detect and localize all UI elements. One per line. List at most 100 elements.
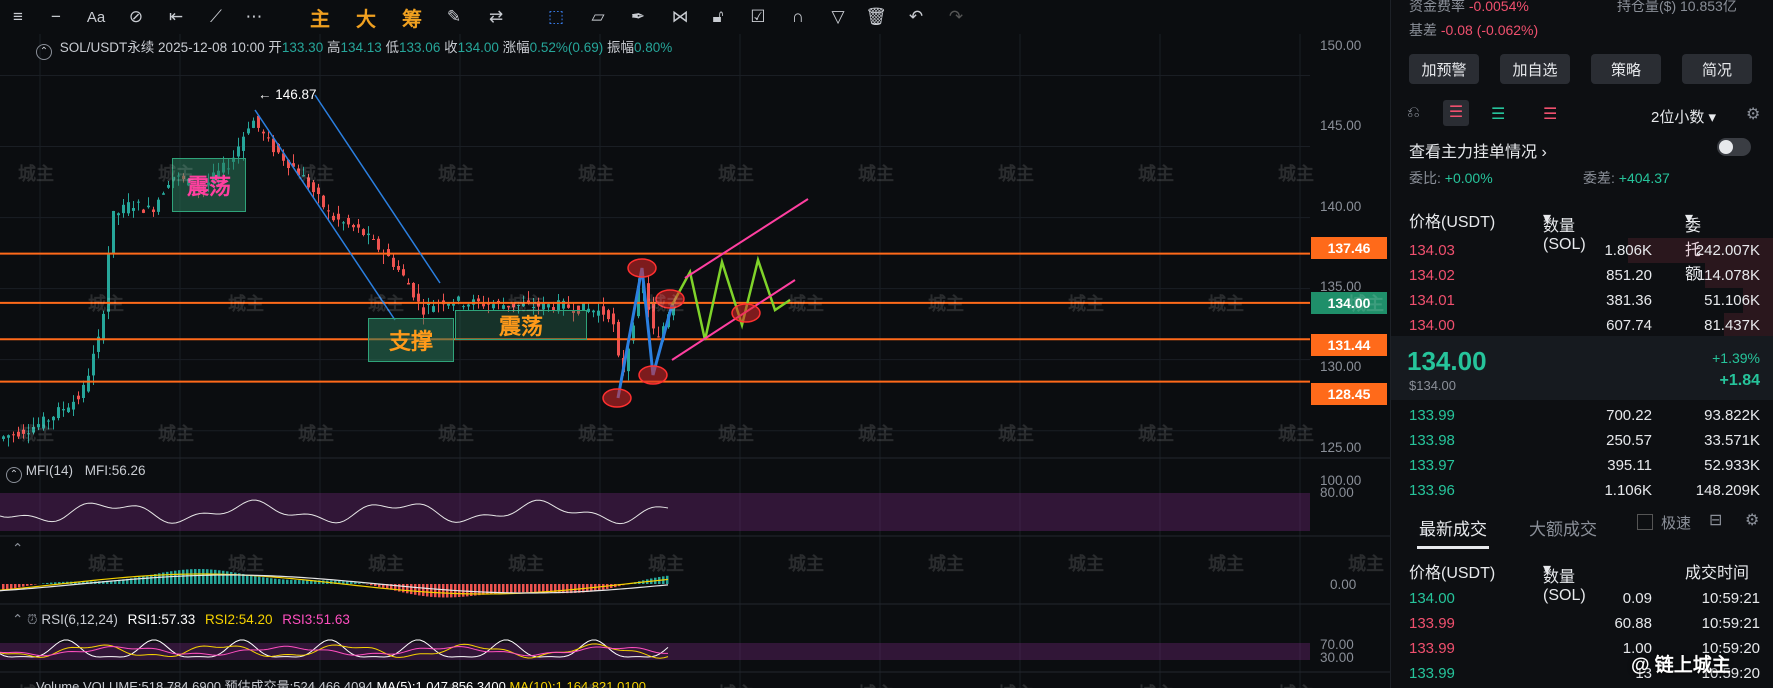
axis-label: 140.00 (1320, 199, 1362, 214)
candle-body (327, 210, 330, 212)
book-header-price: 价格(USDT) (1409, 214, 1496, 231)
trend-line-icon[interactable]: ⟋ (206, 6, 226, 28)
candle-body (657, 336, 660, 338)
add-alert-button[interactable]: 加预警 (1409, 54, 1479, 84)
collapse-icon[interactable]: ⌃ (6, 467, 22, 483)
book-asks-icon[interactable]: ☰ (1543, 104, 1557, 124)
level-tag[interactable]: 137.46 (1311, 237, 1387, 259)
macd-bar (430, 584, 433, 597)
chart-area[interactable]: ≡ − Aa ⊘ ⇤ ⟋ ⋯ 主 大 筹 ✎ ⇄ ⬚ ▱ ✒ ⋈ 🔓︎ ☑ ∩ … (0, 0, 1390, 688)
macd-bar (198, 569, 201, 584)
candle-body (262, 131, 265, 134)
edit-icon[interactable]: ✎ (444, 6, 464, 28)
filter-icon[interactable]: ▽ (828, 6, 848, 28)
axis-label: 125.00 (1320, 440, 1362, 455)
more-icon[interactable]: ⋯ (244, 6, 264, 28)
level-tag[interactable]: 128.45 (1311, 383, 1387, 405)
tab-large-trades[interactable]: 大额成交 (1529, 515, 1597, 540)
qty-cell: 395.11 (1607, 457, 1652, 474)
lock-icon[interactable]: 🔓︎ (708, 6, 728, 28)
book-both-icon[interactable]: ☰ (1443, 100, 1469, 126)
macd-bar (258, 576, 261, 584)
book-bids-icon[interactable]: ☰ (1491, 104, 1505, 124)
large-order-tool[interactable]: 大 (354, 6, 378, 31)
menu-icon[interactable]: ≡ (8, 6, 28, 28)
current-price-tag[interactable]: 134.00 (1311, 292, 1387, 314)
chip-tool[interactable]: 筹 (400, 6, 424, 31)
pen-icon[interactable]: ✒ (628, 6, 648, 28)
minus-icon[interactable]: − (46, 6, 66, 28)
consolidation-box-1[interactable]: 震荡 (172, 158, 246, 212)
macd-bar (278, 579, 281, 584)
order-panel: 资金费率 -0.0054% 持仓量($) 10.853亿 基差 -0.08 (-… (1390, 0, 1773, 688)
redo-icon[interactable]: ↷ (946, 6, 966, 28)
main-orders-label: 查看主力挂单情况 (1409, 144, 1538, 161)
ruler-off-icon[interactable]: ⊘ (126, 6, 146, 28)
peak-value: 146.87 (275, 87, 317, 102)
book-header-amt[interactable]: 委托额 ▾ (1685, 208, 1701, 283)
main-orders-toggle[interactable] (1717, 138, 1751, 156)
settings-icon[interactable]: ⌃ (36, 44, 52, 60)
h-line-icon[interactable]: ⇤ (166, 6, 186, 28)
trade-row[interactable]: 133.99 60.88 10:59:21 (1391, 611, 1773, 636)
trade-row[interactable]: 134.00 0.09 10:59:21 (1391, 586, 1773, 611)
chart-canvas[interactable] (0, 0, 1390, 688)
overview-button[interactable]: 简况 (1682, 54, 1752, 84)
trash-icon[interactable]: 🗑︎ (865, 6, 887, 28)
add-watchlist-button[interactable]: 加自选 (1500, 54, 1570, 84)
text-style-icon[interactable]: Aa (84, 6, 108, 28)
bid-row[interactable]: 133.98 250.57 33.571K (1391, 428, 1773, 453)
macd-bar (418, 584, 421, 596)
candle-body (122, 204, 125, 214)
layout-toggle-icon[interactable]: ⊟ (1709, 510, 1722, 530)
ask-row[interactable]: 134.03 1.806K 242.007K (1391, 238, 1773, 263)
peak-label: ← 146.87 (258, 87, 317, 102)
alarm-icon[interactable]: ⌃ ⏰︎ (12, 612, 38, 627)
ruler-icon[interactable]: ▱ (588, 6, 608, 28)
qty-cell: 851.20 (1606, 267, 1652, 284)
pattern-icon[interactable]: ⋈ (668, 6, 692, 28)
cursor-icon[interactable]: ⬚ (546, 6, 566, 28)
amount-cell: 81.437K (1704, 317, 1760, 334)
candle-body (62, 409, 65, 411)
undo-icon[interactable]: ↶ (906, 6, 926, 28)
macd-bar (530, 584, 533, 593)
bid-row[interactable]: 133.97 395.11 52.933K (1391, 453, 1773, 478)
ask-row[interactable]: 134.00 607.74 81.437K (1391, 313, 1773, 338)
macd-bar (270, 578, 273, 584)
main-force-tool[interactable]: 主 (308, 6, 332, 31)
rising-channel-line (671, 279, 796, 361)
level-tag[interactable]: 131.44 (1311, 334, 1387, 356)
settings-gear-icon[interactable]: ⚙ (1746, 104, 1760, 124)
mfi-value: MFI:56.26 (84, 463, 146, 478)
price-cell: 134.01 (1409, 292, 1455, 309)
fast-checkbox[interactable] (1637, 514, 1653, 530)
weicha-row: 委差: +404.37 (1583, 168, 1670, 188)
amount-cell: 10:59:21 (1701, 590, 1760, 607)
trades-header-qty[interactable]: 数量(SOL) ▾ (1543, 559, 1586, 604)
support-box[interactable]: 支撑 (368, 318, 454, 362)
book-header-qty[interactable]: 数量 (SOL) ▾ (1543, 208, 1586, 253)
macd-collapse-icon[interactable]: ⌃ (12, 541, 23, 557)
macd-bar (54, 582, 57, 584)
ask-row[interactable]: 134.01 381.36 51.106K (1391, 288, 1773, 313)
strategy-button[interactable]: 策略 (1591, 54, 1661, 84)
layout-icon[interactable]: ⎌ (1407, 104, 1420, 122)
bid-row[interactable]: 133.96 1.106K 148.209K (1391, 478, 1773, 503)
candle-body (407, 282, 410, 285)
trades-settings-icon[interactable]: ⚙ (1745, 510, 1759, 530)
symbol-label[interactable]: SOL/USDT永续 (60, 40, 155, 55)
macd-bar (410, 584, 413, 595)
magnet-icon[interactable]: ∩ (788, 6, 808, 28)
qty-cell: 381.36 (1606, 292, 1652, 309)
decimals-select[interactable]: 2位小数 ▾ (1651, 106, 1716, 127)
main-orders-link[interactable]: 查看主力挂单情况 › (1409, 138, 1547, 162)
bid-row[interactable]: 133.99 700.22 93.822K (1391, 403, 1773, 428)
ask-row[interactable]: 134.02 851.20 114.078K (1391, 263, 1773, 288)
note-icon[interactable]: ☑ (748, 6, 768, 28)
consolidation-box-2[interactable]: 震荡 (455, 310, 587, 340)
tab-latest-trades[interactable]: 最新成交 (1419, 515, 1487, 540)
macd-bar (194, 569, 197, 584)
swap-icon[interactable]: ⇄ (486, 6, 506, 28)
macd-bar (22, 584, 25, 587)
